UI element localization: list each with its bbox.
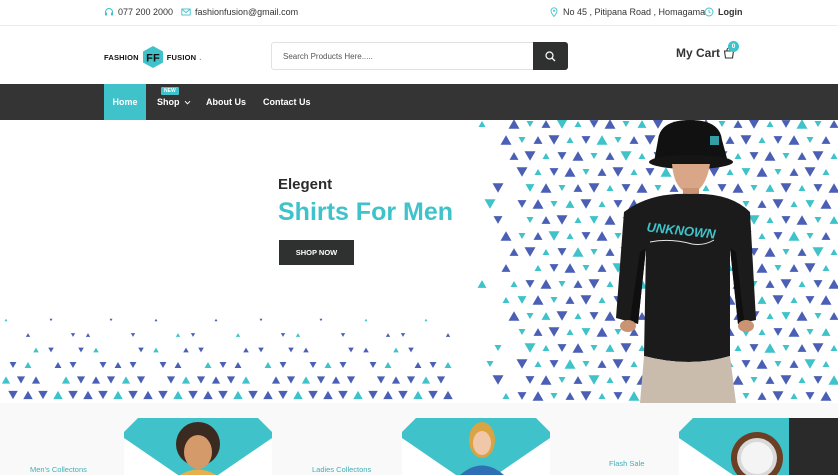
category-flash-label[interactable]: Flash Sale — [609, 459, 644, 468]
hero-banner: Elegent Shirts For Men SHOP NOW UNKNOWN — [0, 120, 838, 403]
logo-dot: . — [199, 52, 202, 62]
chevron-down-icon — [184, 100, 191, 105]
header: FASHION FF FUSION . My Cart 0 — [0, 26, 838, 84]
logo-mark: FF — [142, 46, 163, 68]
hero-title: Shirts For Men — [278, 198, 454, 226]
nav-shop-label: Shop — [157, 97, 180, 107]
category-mens-label[interactable]: Men's Collectons — [30, 465, 87, 474]
email-contact[interactable]: fashionfusion@gmail.com — [181, 7, 298, 17]
nav-home[interactable]: Home — [104, 84, 146, 120]
search-bar — [271, 42, 568, 70]
logo-text-right: FUSION — [166, 52, 197, 62]
address-contact: No 45 , Pitipana Road , Homagama — [549, 7, 705, 17]
login-link[interactable]: Login — [704, 7, 743, 17]
logo-text-left: FASHION — [104, 52, 139, 62]
brand-logo[interactable]: FASHION FF FUSION . — [104, 46, 202, 68]
nav-contact[interactable]: Contact Us — [263, 84, 311, 120]
category-ladies-label[interactable]: Ladies Collectons — [312, 465, 371, 474]
shop-now-button[interactable]: SHOP NOW — [279, 240, 354, 265]
headset-icon — [105, 8, 113, 16]
nav-about[interactable]: About Us — [206, 84, 246, 120]
clock-icon — [704, 7, 714, 17]
search-input[interactable] — [272, 43, 534, 69]
category-mens-image[interactable] — [124, 418, 272, 475]
email-text: fashionfusion@gmail.com — [195, 7, 299, 17]
phone-text: 077 200 2000 — [118, 7, 174, 17]
new-badge: NEW — [161, 87, 179, 95]
address-text: No 45 , Pitipana Road , Homagama — [563, 7, 706, 17]
top-bar: 077 200 2000 fashionfusion@gmail.com No … — [0, 0, 838, 26]
main-nav: Home Shop NEW About Us Contact Us — [0, 84, 838, 120]
category-ladies-image[interactable] — [402, 418, 550, 475]
phone-contact: 077 200 2000 — [104, 7, 173, 17]
map-pin-icon — [550, 7, 558, 17]
category-strip: Men's Collectons Ladies Collectons Flash… — [0, 403, 838, 475]
hero-model-image: UNKNOWN — [616, 120, 756, 403]
logo-mark-letters: FF — [146, 53, 160, 65]
search-button[interactable] — [533, 42, 568, 70]
cart-label: My Cart — [676, 46, 721, 60]
hero-kicker: Elegent — [278, 176, 333, 193]
cart-count-badge: 0 — [728, 41, 739, 52]
search-icon — [545, 50, 556, 61]
mail-icon — [181, 8, 191, 16]
category-flash-image[interactable] — [679, 418, 838, 475]
cart-button[interactable]: My Cart 0 — [676, 41, 739, 60]
login-text: Login — [718, 7, 743, 17]
